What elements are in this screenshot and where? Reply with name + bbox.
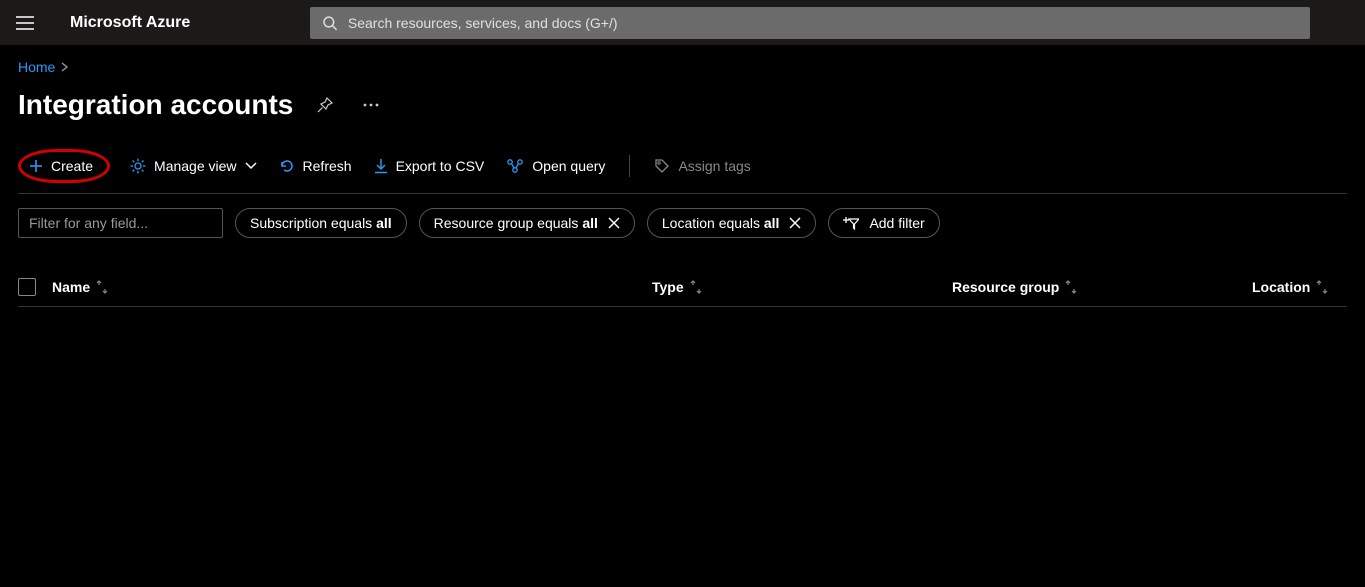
- filter-pill-subscription[interactable]: Subscription equals all: [235, 208, 407, 238]
- sort-icon: [96, 280, 108, 294]
- search-icon: [322, 15, 338, 31]
- page-title: Integration accounts: [18, 89, 293, 121]
- brand-label[interactable]: Microsoft Azure: [70, 14, 190, 32]
- refresh-icon: [279, 158, 295, 174]
- more-button[interactable]: [357, 91, 385, 119]
- refresh-button[interactable]: Refresh: [277, 154, 354, 178]
- filter-pill-resource-group-remove[interactable]: [608, 217, 620, 229]
- create-label: Create: [51, 158, 93, 174]
- column-header-location[interactable]: Location: [1252, 279, 1347, 295]
- breadcrumb: Home: [18, 59, 1347, 75]
- assign-tags-label: Assign tags: [678, 158, 750, 174]
- command-toolbar: Create Manage view: [18, 149, 1347, 194]
- filter-pill-location-label: Location equals all: [662, 215, 780, 231]
- global-search[interactable]: [310, 7, 1310, 39]
- open-query-label: Open query: [532, 158, 605, 174]
- add-filter-label: Add filter: [869, 215, 924, 231]
- create-button[interactable]: Create: [27, 154, 95, 178]
- assign-tags-button: Assign tags: [652, 154, 752, 178]
- ellipsis-icon: [363, 103, 379, 107]
- global-search-input[interactable]: [348, 15, 1298, 31]
- sort-icon: [690, 280, 702, 294]
- filter-pill-resource-group[interactable]: Resource group equals all: [419, 208, 635, 238]
- select-all-cell: [18, 278, 52, 296]
- download-icon: [374, 158, 388, 174]
- create-button-highlight: Create: [18, 149, 110, 183]
- column-header-type-label: Type: [652, 279, 684, 295]
- column-header-resource-group[interactable]: Resource group: [952, 279, 1252, 295]
- tag-icon: [654, 158, 670, 174]
- close-icon: [789, 217, 801, 229]
- sort-icon: [1316, 280, 1328, 294]
- chevron-right-icon: [61, 62, 69, 72]
- breadcrumb-home[interactable]: Home: [18, 59, 55, 75]
- manage-view-label: Manage view: [154, 158, 237, 174]
- select-all-checkbox[interactable]: [18, 278, 36, 296]
- filter-pill-subscription-label: Subscription equals all: [250, 215, 392, 231]
- top-bar: Microsoft Azure: [0, 0, 1365, 45]
- column-header-name-label: Name: [52, 279, 90, 295]
- plus-icon: [29, 159, 43, 173]
- column-header-location-label: Location: [1252, 279, 1310, 295]
- hamburger-icon: [16, 16, 34, 30]
- export-csv-button[interactable]: Export to CSV: [372, 154, 487, 178]
- pin-icon: [317, 97, 333, 113]
- open-query-button[interactable]: Open query: [504, 154, 607, 178]
- column-header-type[interactable]: Type: [652, 279, 952, 295]
- manage-view-button[interactable]: Manage view: [128, 154, 259, 178]
- sort-icon: [1065, 280, 1077, 294]
- filter-pill-location[interactable]: Location equals all: [647, 208, 817, 238]
- filter-pill-location-remove[interactable]: [789, 217, 801, 229]
- title-row: Integration accounts: [18, 89, 1347, 121]
- filter-row: Subscription equals all Resource group e…: [18, 208, 1347, 238]
- results-table-header: Name Type Resource group Location: [18, 278, 1347, 307]
- refresh-label: Refresh: [303, 158, 352, 174]
- close-icon: [608, 217, 620, 229]
- filter-pill-resource-group-label: Resource group equals all: [434, 215, 598, 231]
- column-header-resource-group-label: Resource group: [952, 279, 1059, 295]
- query-icon: [506, 158, 524, 174]
- hamburger-menu-button[interactable]: [10, 8, 40, 38]
- add-filter-button[interactable]: Add filter: [828, 208, 939, 238]
- filter-add-icon: [843, 216, 859, 230]
- pin-button[interactable]: [311, 91, 339, 119]
- column-header-name[interactable]: Name: [52, 279, 652, 295]
- toolbar-separator: [629, 155, 630, 177]
- export-csv-label: Export to CSV: [396, 158, 485, 174]
- filter-field-input[interactable]: [18, 208, 223, 238]
- chevron-down-icon: [245, 162, 257, 170]
- gear-icon: [130, 158, 146, 174]
